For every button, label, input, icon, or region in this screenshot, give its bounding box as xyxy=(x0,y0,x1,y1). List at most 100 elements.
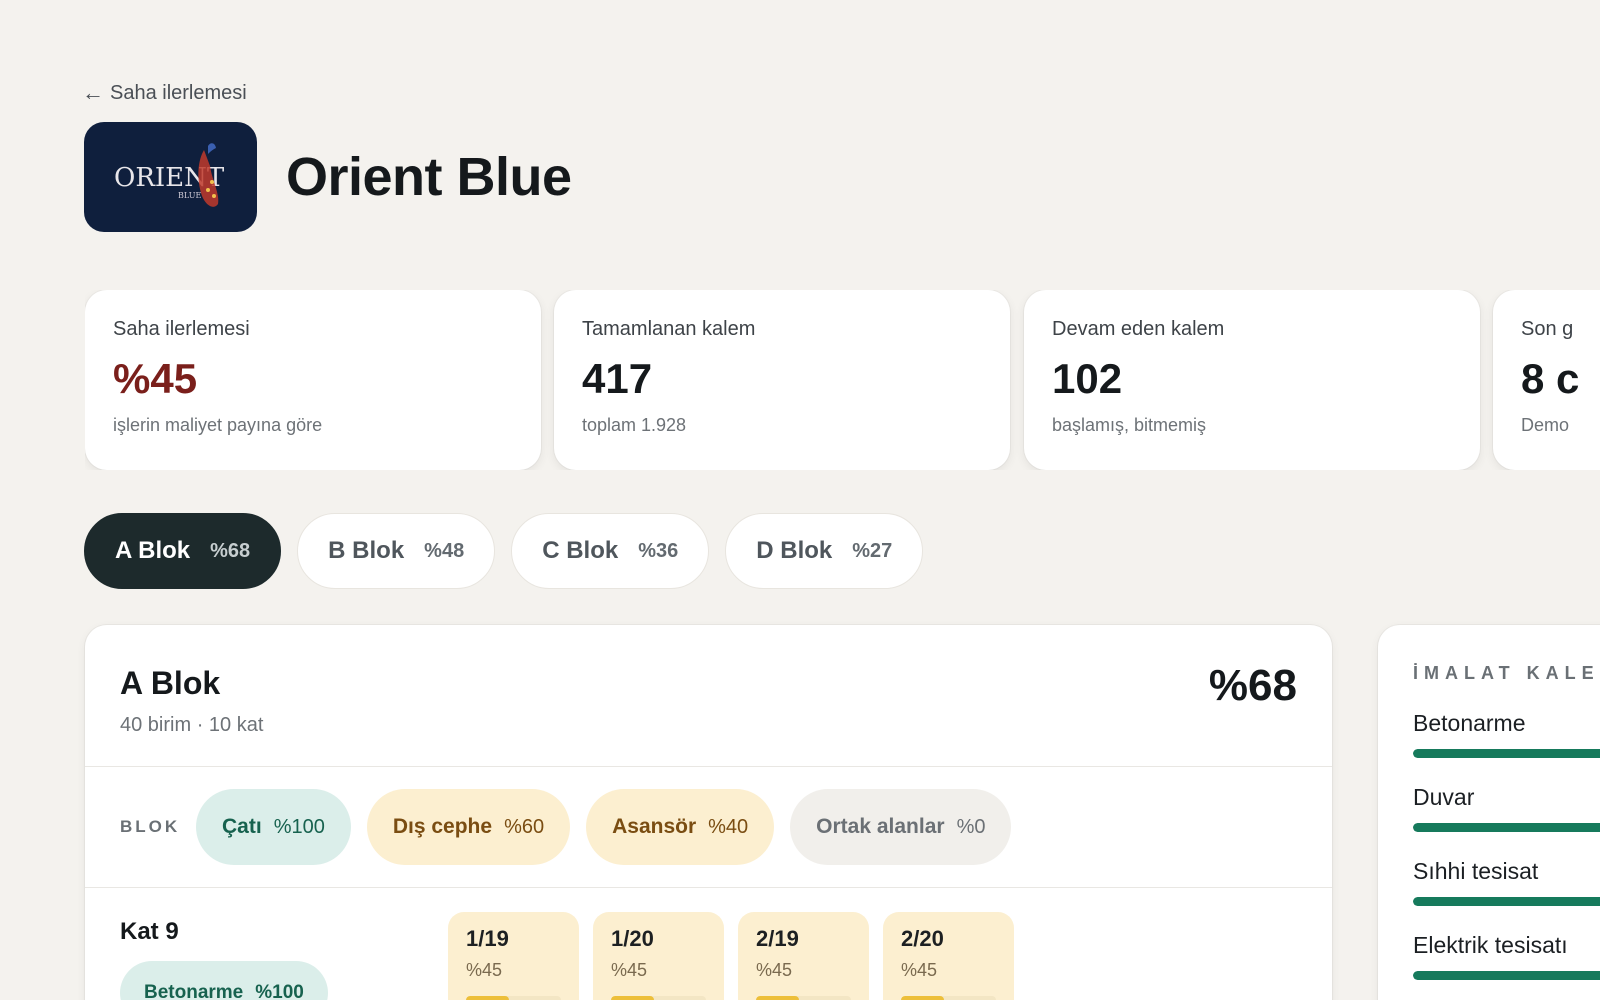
tag-cati[interactable]: Çatı %100 xyxy=(196,789,351,865)
unit-name: 2/19 xyxy=(756,926,799,951)
unit-name: 1/19 xyxy=(466,926,509,951)
tab-label: B Blok xyxy=(328,537,405,564)
floor-pill-percent: %100 xyxy=(255,982,304,1000)
unit-card[interactable]: 2/19 %45 xyxy=(738,912,869,1000)
tab-label: D Blok xyxy=(756,537,833,564)
stat-sub: Demo xyxy=(1521,415,1570,435)
work-item-bar xyxy=(1413,749,1600,758)
unit-list: 1/19 %45 1/20 %45 2/19 %45 2/20 %45 xyxy=(448,912,1014,1000)
stat-value: 102 xyxy=(1052,355,1123,402)
tag-percent: %60 xyxy=(504,815,545,838)
tab-d-blok[interactable]: D Blok %27 xyxy=(725,513,924,589)
floor-item-pill[interactable]: Betonarme %100 xyxy=(120,961,328,1000)
work-item-bar xyxy=(1413,971,1600,980)
unit-percent: %45 xyxy=(466,960,503,980)
unit-progress-bar xyxy=(466,996,561,1000)
tab-percent: %27 xyxy=(852,539,893,562)
stat-sub: toplam 1.928 xyxy=(582,415,687,435)
unit-progress-bar xyxy=(756,996,851,1000)
work-item-fill xyxy=(1413,971,1600,980)
stat-sub: işlerin maliyet payına göre xyxy=(113,415,323,435)
block-title: A Blok xyxy=(120,665,221,701)
unit-progress-bar xyxy=(901,996,996,1000)
work-item-fill xyxy=(1413,897,1600,906)
back-link[interactable]: ← Saha ilerlemesi xyxy=(82,80,247,106)
stat-label: Saha ilerlemesi xyxy=(113,318,250,340)
block-subtitle: 40 birim · 10 kat xyxy=(120,714,264,736)
work-item-bar xyxy=(1413,823,1600,832)
work-items-panel: İMALAT KALEM Betonarme Duvar Sıhhi tesis… xyxy=(1378,625,1600,1000)
unit-percent: %45 xyxy=(901,960,938,980)
block-header: A Blok 40 birim · 10 kat %68 xyxy=(85,625,1332,767)
work-item-bar xyxy=(1413,897,1600,906)
work-item[interactable]: Duvar xyxy=(1413,784,1600,832)
work-item-name: Sıhhi tesisat xyxy=(1413,858,1539,884)
stat-value: 417 xyxy=(582,355,653,402)
tag-ortak-alanlar[interactable]: Ortak alanlar %0 xyxy=(790,789,1012,865)
unit-progress-fill xyxy=(756,996,799,1000)
unit-card[interactable]: 1/19 %45 xyxy=(448,912,579,1000)
work-item-name: Duvar xyxy=(1413,784,1475,810)
stat-label: Son g xyxy=(1521,318,1574,340)
back-link-label: Saha ilerlemesi xyxy=(110,81,247,104)
tab-label: C Blok xyxy=(542,537,619,564)
block-detail-panel: A Blok 40 birim · 10 kat %68 BLOK Çatı %… xyxy=(85,625,1332,1000)
unit-card[interactable]: 2/20 %45 xyxy=(883,912,1014,1000)
project-logo: ORIENT BLUE xyxy=(84,122,257,232)
unit-progress-fill xyxy=(466,996,509,1000)
floor-name: Kat 9 xyxy=(120,918,179,945)
tags-label: BLOK xyxy=(120,817,181,836)
unit-percent: %45 xyxy=(756,960,793,980)
work-item[interactable]: Sıhhi tesisat xyxy=(1413,858,1600,906)
tab-b-blok[interactable]: B Blok %48 xyxy=(297,513,496,589)
tag-name: Çatı xyxy=(222,815,262,838)
stat-card-completed: Tamamlanan kalem 417 toplam 1.928 xyxy=(554,290,1010,470)
stat-card-last: Son g 8 c Demo xyxy=(1493,290,1600,470)
tab-a-blok[interactable]: A Blok %68 xyxy=(84,513,282,589)
stat-card-progress: Saha ilerlemesi %45 işlerin maliyet payı… xyxy=(85,290,541,470)
work-item[interactable]: Betonarme xyxy=(1413,710,1600,758)
work-item-fill xyxy=(1413,823,1600,832)
page-title: Orient Blue xyxy=(286,147,572,207)
work-item-name: Elektrik tesisatı xyxy=(1413,932,1568,958)
tab-percent: %68 xyxy=(210,539,251,562)
stat-value: %45 xyxy=(113,355,198,402)
stat-sub: başlamış, bitmemiş xyxy=(1052,415,1207,435)
back-arrow-icon: ← xyxy=(82,80,104,105)
tab-percent: %36 xyxy=(638,539,679,562)
unit-progress-fill xyxy=(611,996,654,1000)
floor-pill-name: Betonarme xyxy=(144,982,244,1000)
work-item-name: Betonarme xyxy=(1413,710,1526,736)
block-tags: BLOK Çatı %100 Dış cephe %60 Asansör %40… xyxy=(85,767,1332,888)
tag-percent: %0 xyxy=(956,815,986,838)
work-items-title: İMALAT KALEM xyxy=(1413,663,1600,683)
floor-row: Kat 9 Betonarme %100 1/19 %45 1/20 %45 2… xyxy=(85,888,1332,1000)
tag-name: Asansör xyxy=(612,815,697,838)
stat-value: 8 c xyxy=(1521,355,1580,402)
unit-card[interactable]: 1/20 %45 xyxy=(593,912,724,1000)
tab-percent: %48 xyxy=(424,539,465,562)
logo-subtext: BLUE xyxy=(178,191,201,200)
tag-dis-cephe[interactable]: Dış cephe %60 xyxy=(366,789,571,865)
peacock-logo-icon: ORIENT BLUE xyxy=(114,143,225,207)
block-tabs: A Blok %68 B Blok %48 C Blok %36 D Blok … xyxy=(84,513,924,589)
tag-name: Ortak alanlar xyxy=(816,815,945,838)
stat-label: Devam eden kalem xyxy=(1052,318,1225,340)
unit-name: 2/20 xyxy=(901,926,944,951)
stats-row: Saha ilerlemesi %45 işlerin maliyet payı… xyxy=(85,290,1600,470)
unit-name: 1/20 xyxy=(611,926,654,951)
unit-percent: %45 xyxy=(611,960,648,980)
tab-c-blok[interactable]: C Blok %36 xyxy=(511,513,710,589)
tag-percent: %100 xyxy=(273,815,325,838)
stat-card-in-progress: Devam eden kalem 102 başlamış, bitmemiş xyxy=(1024,290,1480,470)
tag-asansor[interactable]: Asansör %40 xyxy=(586,789,775,865)
unit-progress-bar xyxy=(611,996,706,1000)
stat-label: Tamamlanan kalem xyxy=(582,318,756,340)
work-item-fill xyxy=(1413,749,1600,758)
tag-percent: %40 xyxy=(708,815,749,838)
block-percent: %68 xyxy=(1208,661,1297,710)
tag-name: Dış cephe xyxy=(392,815,493,838)
work-item[interactable]: Elektrik tesisatı xyxy=(1413,932,1600,980)
tab-label: A Blok xyxy=(115,537,191,564)
unit-progress-fill xyxy=(901,996,944,1000)
